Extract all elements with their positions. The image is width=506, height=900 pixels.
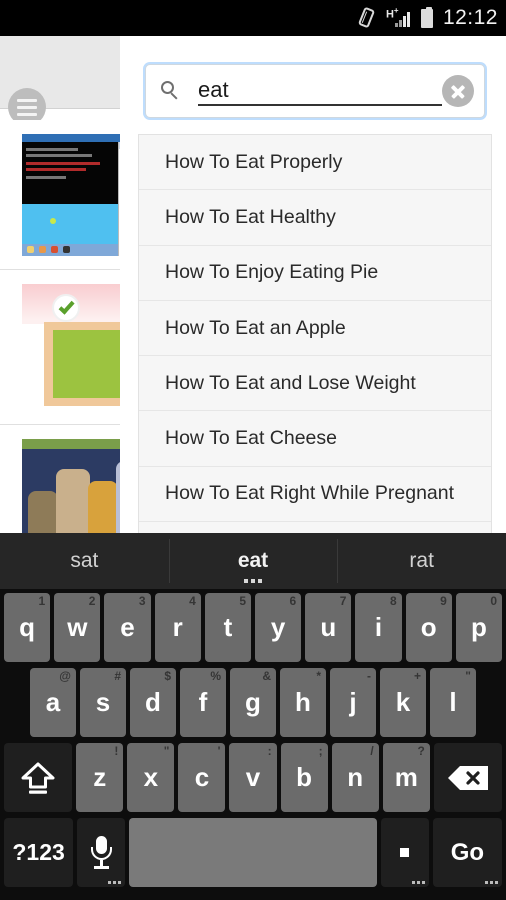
search-input[interactable]: eat bbox=[145, 64, 485, 118]
hamburger-line bbox=[17, 105, 37, 109]
key-q[interactable]: 1q bbox=[4, 593, 51, 662]
backspace-icon bbox=[446, 764, 490, 792]
backspace-key[interactable] bbox=[433, 743, 503, 812]
key-o[interactable]: 9o bbox=[405, 593, 452, 662]
suggestion-item[interactable]: How To Enjoy Eating Pie bbox=[139, 246, 491, 301]
key-w[interactable]: 2w bbox=[54, 593, 101, 662]
key-n[interactable]: / n bbox=[331, 743, 379, 812]
key-i[interactable]: 8i bbox=[355, 593, 402, 662]
symbols-key[interactable]: ?123 bbox=[4, 818, 74, 887]
keyboard-suggestion[interactable]: sat bbox=[0, 533, 169, 589]
search-overlay: eat How To Eat Properly How To Eat Healt… bbox=[120, 36, 506, 536]
checkmark-badge-icon bbox=[52, 294, 80, 322]
period-glyph bbox=[400, 848, 410, 857]
space-key[interactable] bbox=[128, 818, 378, 887]
key-h[interactable]: * h bbox=[280, 668, 326, 737]
keyboard-row-3: ! z " x ' c :v ; b / n ? m bbox=[2, 743, 504, 812]
phone-screen: eat How To Eat Properly How To Eat Healt… bbox=[0, 0, 506, 900]
suggestion-item[interactable]: How To Eat Healthy bbox=[139, 190, 491, 246]
search-query-text: eat bbox=[198, 77, 442, 106]
search-icon bbox=[160, 80, 182, 102]
key-g[interactable]: & g bbox=[230, 668, 276, 737]
vibrate-icon bbox=[357, 6, 377, 29]
battery-icon bbox=[420, 6, 433, 28]
suggestion-item[interactable]: How To Eat Properly bbox=[139, 135, 491, 191]
hamburger-line bbox=[17, 98, 37, 102]
key-m[interactable]: ? m bbox=[382, 743, 430, 812]
key-v[interactable]: :v bbox=[229, 743, 277, 812]
key-s[interactable]: # s bbox=[80, 668, 126, 737]
keyboard-rows: 1q 2w 3e 4r 5t 6y 7u 8i 9o 0p @ a # s $ d %… bbox=[0, 589, 506, 900]
key-y[interactable]: 6y bbox=[255, 593, 302, 662]
key-x[interactable]: " x bbox=[127, 743, 175, 812]
key-b[interactable]: ; b bbox=[280, 743, 328, 812]
microphone-key[interactable] bbox=[77, 818, 125, 887]
keyboard-row-2: @ a # s $ d % f & g * h -j + k " l bbox=[2, 668, 504, 737]
status-bar-clock: 12:12 bbox=[442, 6, 498, 29]
key-j[interactable]: -j bbox=[330, 668, 376, 737]
shift-key[interactable] bbox=[4, 743, 73, 812]
suggestion-item[interactable]: How To Eat Cheese bbox=[139, 411, 491, 467]
signal-hplus-icon: H+ bbox=[386, 6, 412, 29]
search-suggestions-list: How To Eat Properly How To Eat Healthy H… bbox=[138, 134, 492, 536]
key-l[interactable]: " l bbox=[430, 668, 476, 737]
key-d[interactable]: $ d bbox=[130, 668, 176, 737]
keyboard-suggestion-selected[interactable]: eat bbox=[168, 533, 338, 589]
search-field-wrapper: eat bbox=[138, 57, 492, 125]
key-c[interactable]: ' c bbox=[178, 743, 226, 812]
keyboard-suggestion-bar: sat eat rat bbox=[0, 533, 506, 589]
suggestion-item[interactable]: How To Eat Right While Pregnant bbox=[139, 467, 491, 523]
status-bar: H+ 12:12 bbox=[0, 0, 506, 36]
key-f[interactable]: % f bbox=[180, 668, 226, 737]
microphone-icon bbox=[90, 835, 113, 870]
keyboard-row-1: 1q 2w 3e 4r 5t 6y 7u 8i 9o 0p bbox=[2, 593, 504, 662]
key-k[interactable]: + k bbox=[380, 668, 426, 737]
keyboard-row-4: ?123 Go bbox=[2, 818, 504, 887]
clear-search-icon[interactable] bbox=[442, 75, 474, 107]
hamburger-line bbox=[17, 112, 37, 116]
key-z[interactable]: ! z bbox=[76, 743, 124, 812]
key-u[interactable]: 7u bbox=[305, 593, 352, 662]
on-screen-keyboard: sat eat rat 1q 2w 3e 4r 5t 6y 7u 8i 9o 0… bbox=[0, 533, 506, 900]
key-r[interactable]: 4r bbox=[154, 593, 201, 662]
suggestion-item[interactable]: How To Eat and Lose Weight bbox=[139, 356, 491, 412]
enter-go-key[interactable]: Go bbox=[432, 818, 502, 887]
keyboard-suggestion[interactable]: rat bbox=[337, 533, 506, 589]
key-t[interactable]: 5t bbox=[204, 593, 252, 662]
period-key[interactable] bbox=[381, 818, 429, 887]
suggestion-item[interactable]: How To Eat an Apple bbox=[139, 301, 491, 357]
key-a[interactable]: @ a bbox=[30, 668, 76, 737]
shift-icon bbox=[20, 761, 56, 795]
key-p[interactable]: 0p bbox=[455, 593, 503, 662]
key-e[interactable]: 3e bbox=[104, 593, 151, 662]
more-suggestions-icon[interactable] bbox=[244, 579, 262, 583]
